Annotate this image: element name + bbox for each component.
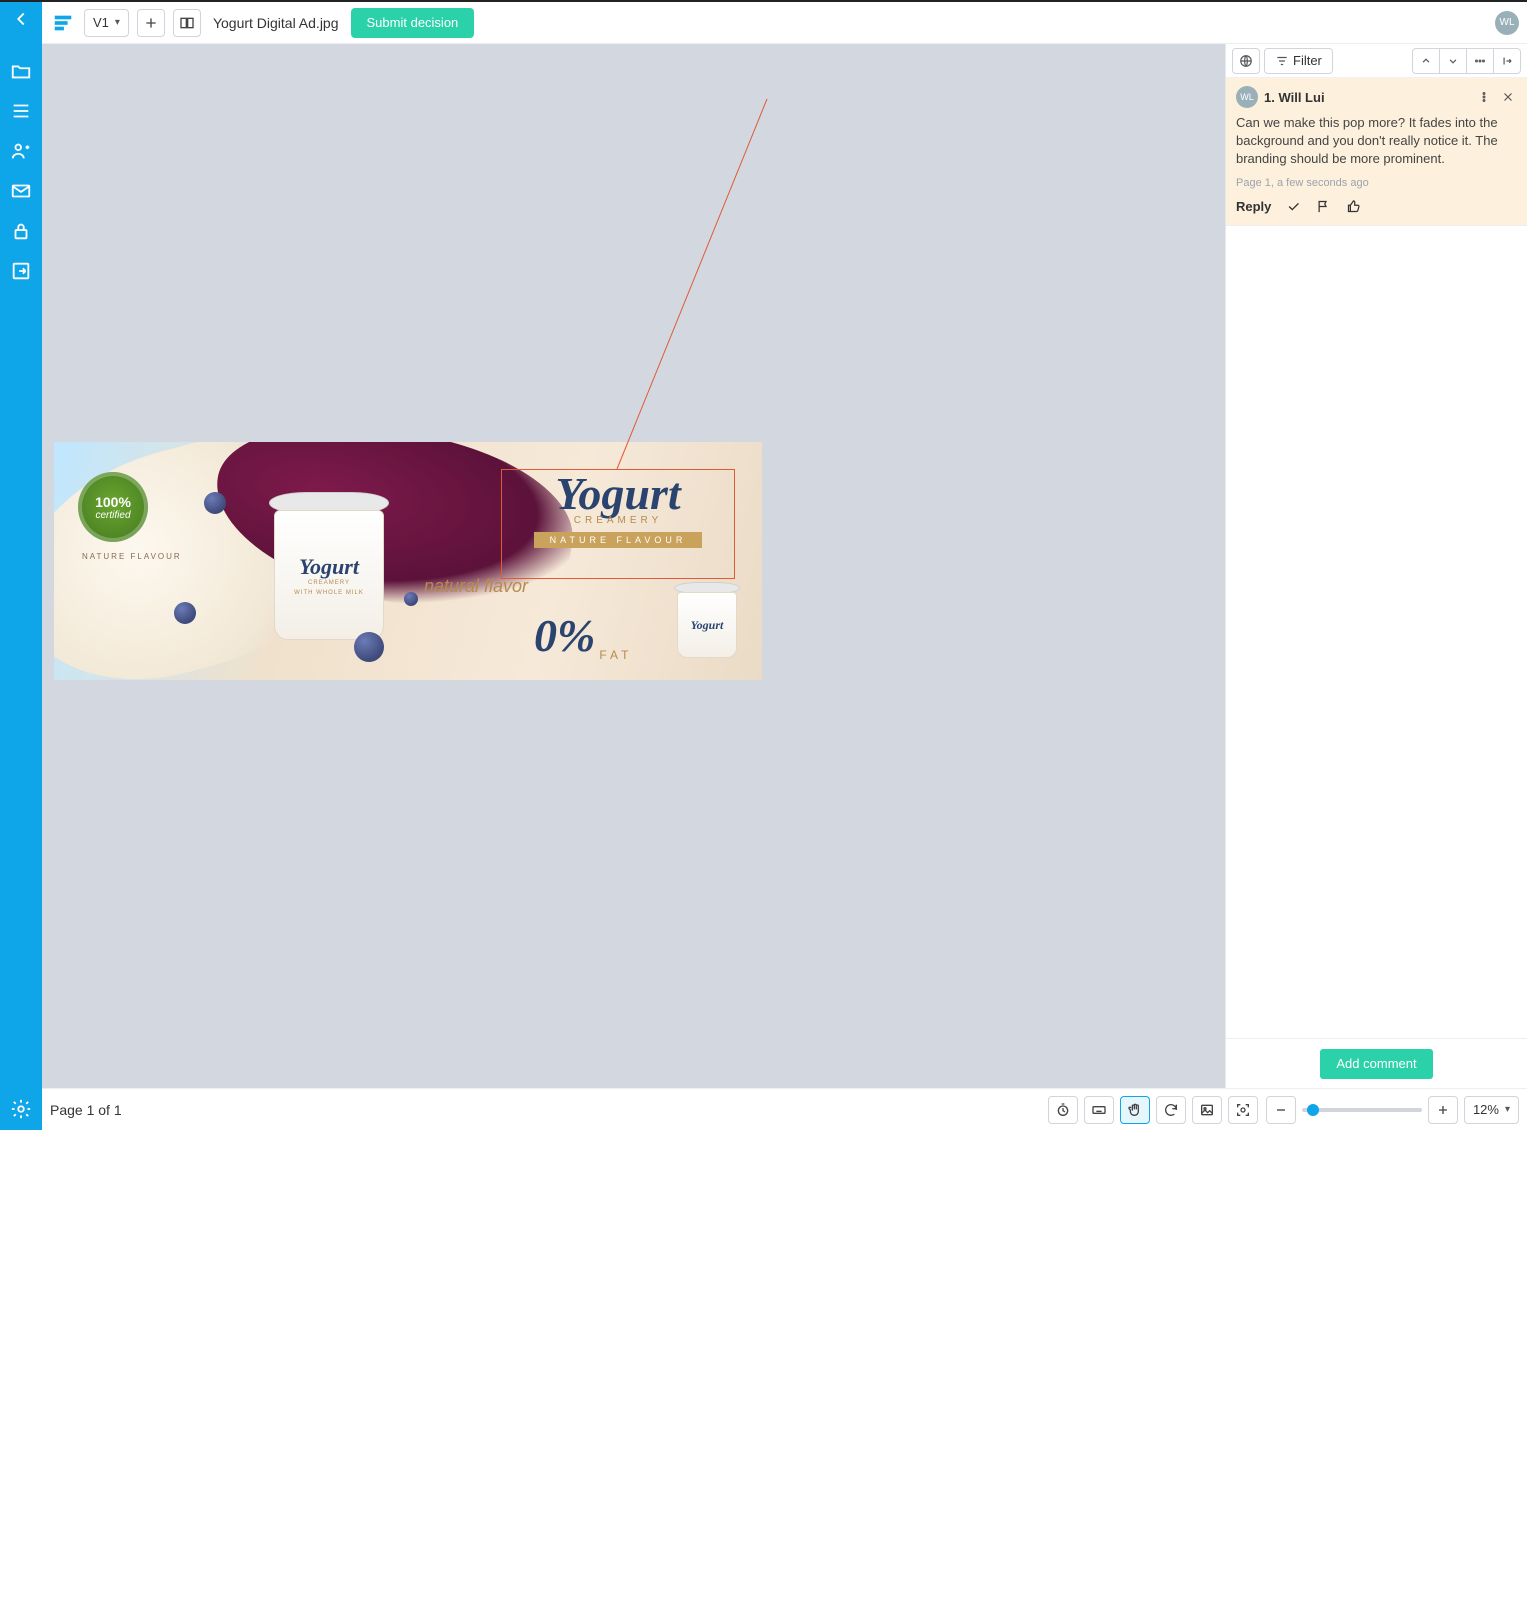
filter-button[interactable]: Filter	[1264, 48, 1333, 74]
user-avatar[interactable]: WL	[1495, 11, 1519, 35]
bottom-bar: Page 1 of 1 12% ▾	[42, 1088, 1527, 1130]
collapse-panel-button[interactable]	[1493, 48, 1521, 74]
globe-icon[interactable]	[1232, 48, 1260, 74]
comment-card[interactable]: WL 1. Will Lui Can we make this pop more…	[1226, 78, 1527, 226]
caret-down-icon: ▾	[1505, 1104, 1510, 1115]
panel-footer: Add comment	[1226, 1038, 1527, 1088]
version-dropdown[interactable]: V1 ▾	[84, 9, 129, 37]
cert-line1: 100%	[95, 494, 131, 510]
export-icon[interactable]	[10, 260, 32, 282]
blueberry-art	[404, 592, 418, 606]
lock-icon[interactable]	[10, 220, 32, 242]
top-bar: V1 ▾ Yogurt Digital Ad.jpg Submit decisi…	[42, 2, 1527, 44]
share-user-icon[interactable]	[10, 140, 32, 162]
caret-down-icon: ▾	[115, 17, 120, 28]
zero-fat-text: 0% FAT	[534, 609, 632, 662]
add-comment-button[interactable]: Add comment	[1320, 1049, 1432, 1079]
yogurt-cup-small: Yogurt	[672, 582, 742, 662]
focus-tool-icon[interactable]	[1228, 1096, 1258, 1124]
settings-icon[interactable]	[10, 1098, 32, 1120]
folder-icon[interactable]	[10, 60, 32, 82]
rotate-tool-icon[interactable]	[1156, 1096, 1186, 1124]
app-root: V1 ▾ Yogurt Digital Ad.jpg Submit decisi…	[0, 0, 1527, 1130]
filter-label: Filter	[1293, 53, 1322, 68]
mail-icon[interactable]	[10, 180, 32, 202]
nature-flavour-small: NATURE FLAVOUR	[82, 552, 182, 561]
app-logo[interactable]	[50, 10, 76, 36]
flag-icon[interactable]	[1315, 199, 1331, 215]
next-comment-button[interactable]	[1439, 48, 1467, 74]
reply-button[interactable]: Reply	[1236, 199, 1271, 214]
body-area: 100% certified NATURE FLAVOUR Yogurt CRE…	[42, 44, 1527, 1088]
comments-list: WL 1. Will Lui Can we make this pop more…	[1226, 78, 1527, 1038]
image-tool-icon[interactable]	[1192, 1096, 1222, 1124]
page-info: Page 1 of 1	[50, 1102, 122, 1118]
yogurt-cup-large: Yogurt CREAMERY WITH WHOLE MILK	[264, 492, 394, 652]
main-column: V1 ▾ Yogurt Digital Ad.jpg Submit decisi…	[42, 2, 1527, 1130]
canvas-tools	[1048, 1096, 1258, 1124]
keyboard-tool-icon[interactable]	[1084, 1096, 1114, 1124]
comment-avatar: WL	[1236, 86, 1258, 108]
panel-toolbar: Filter	[1226, 44, 1527, 78]
zoom-controls: 12% ▾	[1266, 1096, 1519, 1124]
comment-body: Can we make this pop more? It fades into…	[1236, 114, 1517, 169]
zoom-slider[interactable]	[1302, 1108, 1422, 1112]
version-label: V1	[93, 15, 109, 30]
more-options-button[interactable]	[1466, 48, 1494, 74]
cup-brand: Yogurt	[299, 554, 359, 580]
filename-label: Yogurt Digital Ad.jpg	[209, 15, 343, 31]
certified-badge: 100% certified	[78, 472, 148, 542]
zoom-value: 12%	[1473, 1102, 1499, 1117]
blueberry-art	[354, 632, 384, 662]
comment-menu-icon[interactable]	[1475, 88, 1493, 106]
comment-meta: Page 1, a few seconds ago	[1236, 177, 1517, 189]
blueberry-art	[174, 602, 196, 624]
thumbs-up-icon[interactable]	[1345, 199, 1361, 215]
brand-block: Yogurt CREAMERY NATURE FLAVOUR	[508, 476, 728, 548]
zoom-slider-thumb[interactable]	[1307, 1104, 1319, 1116]
list-icon[interactable]	[10, 100, 32, 122]
back-icon[interactable]	[10, 8, 32, 30]
prev-comment-button[interactable]	[1412, 48, 1440, 74]
zoom-out-button[interactable]	[1266, 1096, 1296, 1124]
cup-whole-milk: WITH WHOLE MILK	[294, 590, 364, 596]
cup-subbrand: CREAMERY	[308, 580, 350, 586]
annotation-highlight[interactable]: Yogurt CREAMERY NATURE FLAVOUR	[501, 469, 735, 579]
cert-line2: certified	[95, 510, 130, 521]
timer-tool-icon[interactable]	[1048, 1096, 1078, 1124]
pan-tool-icon[interactable]	[1120, 1096, 1150, 1124]
natural-flavor-text: natural flavor	[424, 577, 528, 595]
compare-view-button[interactable]	[173, 9, 201, 37]
submit-decision-button[interactable]: Submit decision	[351, 8, 475, 38]
left-nav-rail	[0, 2, 42, 1130]
close-icon[interactable]	[1499, 88, 1517, 106]
comments-panel: Filter WL 1. Will Lui	[1225, 44, 1527, 1088]
canvas-viewport[interactable]: 100% certified NATURE FLAVOUR Yogurt CRE…	[42, 44, 1225, 1088]
zoom-in-button[interactable]	[1428, 1096, 1458, 1124]
add-version-button[interactable]	[137, 9, 165, 37]
resolve-icon[interactable]	[1285, 199, 1301, 215]
comment-author: 1. Will Lui	[1264, 90, 1469, 105]
zoom-dropdown[interactable]: 12% ▾	[1464, 1096, 1519, 1124]
blueberry-art	[204, 492, 226, 514]
